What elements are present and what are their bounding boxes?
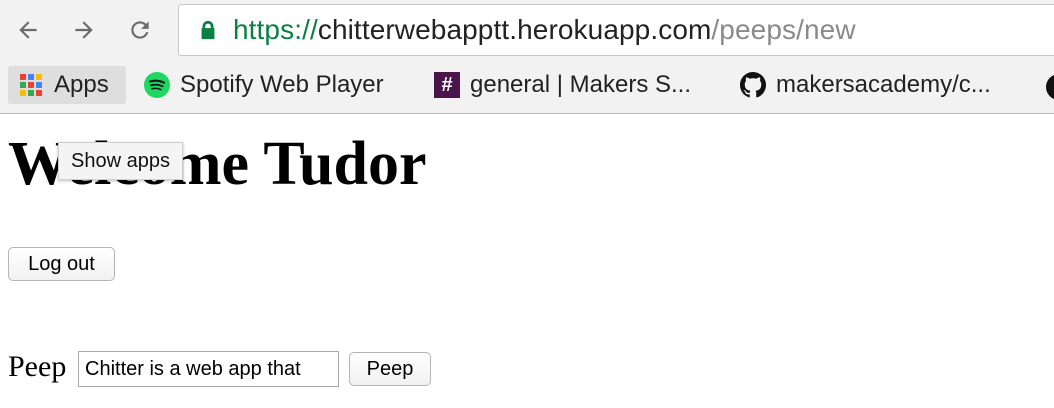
peep-label: Peep [8,350,67,383]
bookmarks-bar: Apps Spotify Web Player # general | Make… [0,62,1054,114]
logout-button[interactable]: Log out [8,247,115,281]
bookmark-label: Apps [54,71,109,98]
bookmark-overflow-icon[interactable] [1046,74,1054,100]
back-arrow-icon [19,21,37,39]
bookmark-label: Spotify Web Player [180,71,384,98]
browser-toolbar: https://chitterwebapptt.herokuapp.com/pe… [0,0,1054,62]
forward-arrow-icon [75,21,93,39]
bookmark-github-makersacademy[interactable]: makersacademy/c... [730,66,999,104]
url-path: /peeps/new [711,14,856,45]
bookmark-label: makersacademy/c... [776,71,991,98]
bookmark-slack-general[interactable]: # general | Makers S... [424,66,699,104]
url-scheme: https:// [233,14,318,45]
bookmark-label: general | Makers S... [470,71,691,98]
github-icon [740,72,766,98]
apps-grid-icon [18,72,44,98]
back-button[interactable] [12,14,44,46]
url-host: chitterwebapptt.herokuapp.com [317,14,712,45]
slack-hash-icon: # [434,72,460,98]
address-bar[interactable]: https://chitterwebapptt.herokuapp.com/pe… [178,4,1054,56]
url-text: https://chitterwebapptt.herokuapp.com/pe… [233,14,856,46]
show-apps-tooltip: Show apps [58,142,183,180]
reload-button[interactable] [124,14,156,46]
bookmark-apps[interactable]: Apps [8,66,126,104]
reload-icon [131,21,149,39]
bookmark-spotify[interactable]: Spotify Web Player [134,66,392,104]
spotify-icon [144,72,170,98]
peep-input[interactable] [78,351,339,387]
peep-submit-button[interactable]: Peep [349,352,431,386]
forward-button[interactable] [68,14,100,46]
lock-icon [201,20,215,40]
